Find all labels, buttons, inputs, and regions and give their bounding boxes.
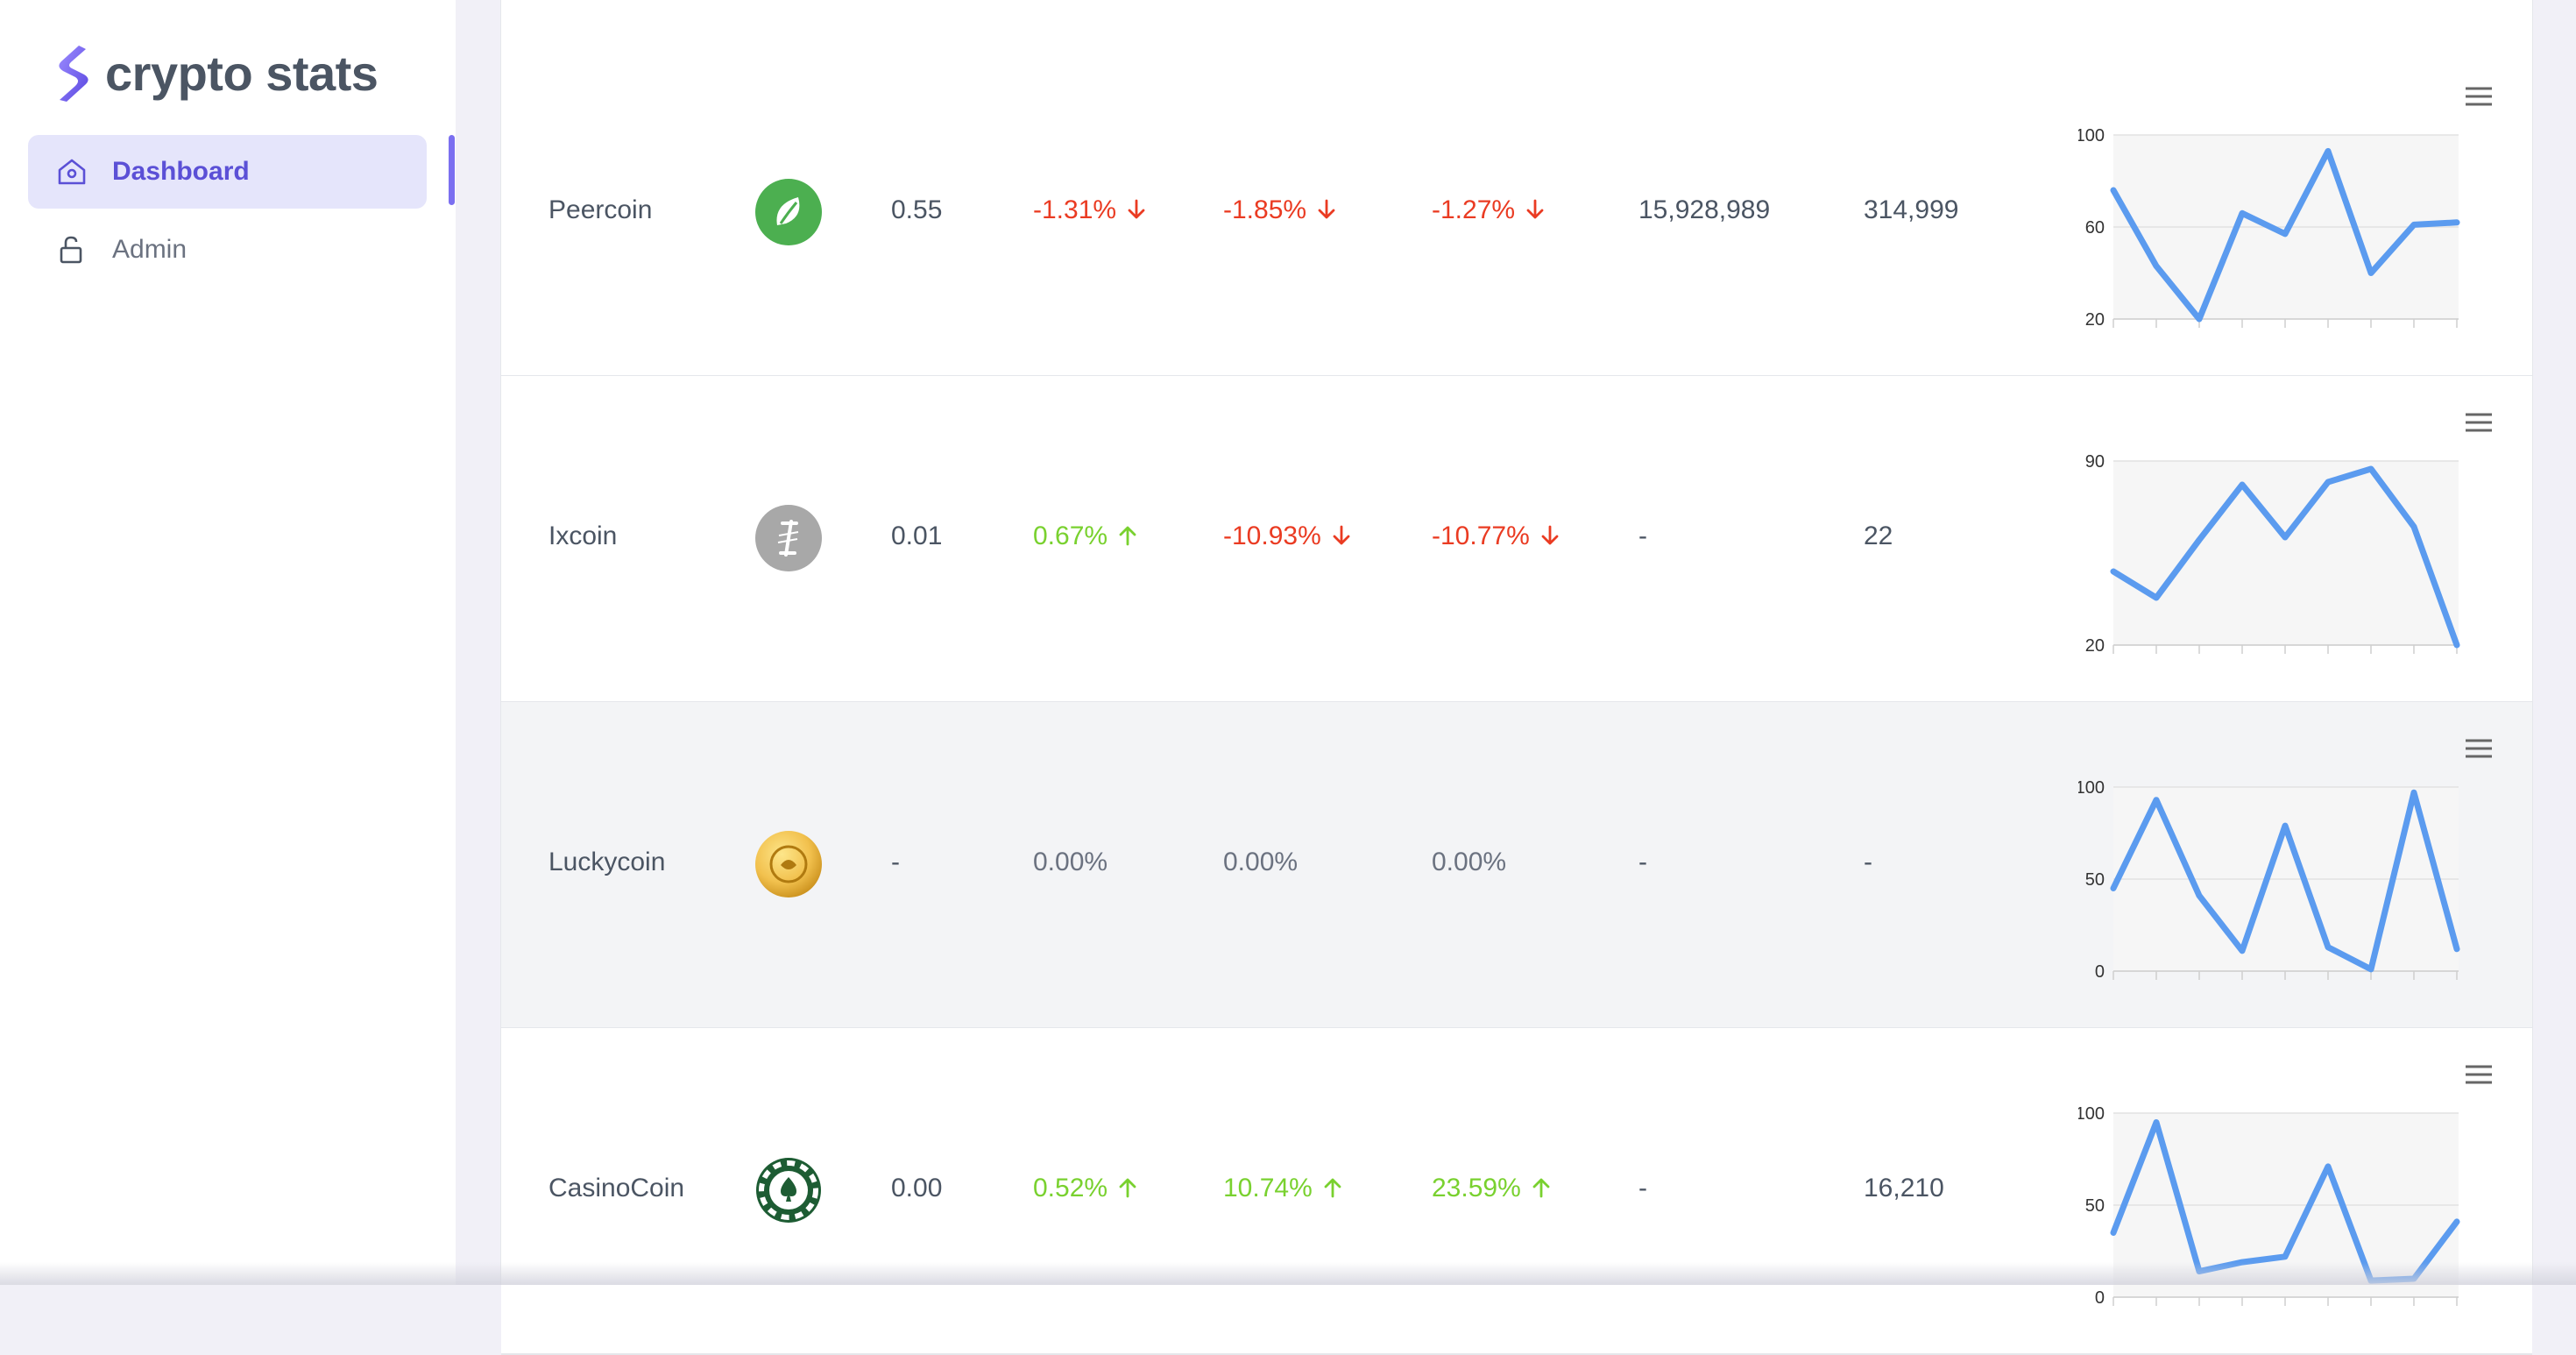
sidebar: crypto stats Dashboard Admin (0, 0, 456, 1285)
volume: 15,928,989 (1638, 195, 1771, 224)
market-cap: 314,999 (1864, 195, 1959, 224)
menu-icon (2466, 1065, 2492, 1084)
change-24h: 10.74% (1223, 1171, 1342, 1206)
y-tick-label: 100 (2078, 778, 2105, 798)
y-tick-label: 100 (2078, 126, 2105, 145)
coin-name: Peercoin (548, 195, 653, 224)
coin-name: Ixcoin (548, 521, 618, 550)
sidebar-item-label: Dashboard (112, 157, 250, 186)
arrow-down-icon (1318, 199, 1335, 219)
y-tick-label: 50 (2085, 870, 2105, 890)
y-tick-label: 60 (2085, 218, 2105, 238)
table-row[interactable]: CasinoCoin 0.00 0.52% 10.74% 23.59% - 16… (501, 1028, 2532, 1355)
change-7d: -10.77% (1432, 519, 1560, 554)
sparkline-chart: 100 50 0 (2078, 1065, 2492, 1308)
menu-icon (2466, 739, 2492, 758)
volume: - (1638, 848, 1647, 876)
arrow-down-icon (1128, 199, 1145, 219)
coin-price: - (891, 848, 900, 876)
market-cap: 16,210 (1864, 1174, 1944, 1202)
change-7d: 0.00% (1432, 848, 1507, 876)
arrow-up-icon (1532, 1178, 1550, 1198)
y-tick-label: 50 (2085, 1196, 2105, 1216)
change-7d: -1.27% (1432, 193, 1545, 228)
coin-name: CasinoCoin (548, 1174, 685, 1202)
arrow-up-icon (1324, 1178, 1341, 1198)
sidebar-item-admin[interactable]: Admin (28, 213, 427, 287)
market-cap: 22 (1864, 521, 1893, 550)
volume: - (1638, 521, 1647, 550)
logo-text: crypto stats (105, 45, 379, 101)
home-icon (58, 159, 86, 185)
coin-price: 0.01 (891, 521, 943, 550)
peercoin-leaf-icon (755, 179, 822, 245)
y-tick-label: 100 (2078, 1104, 2105, 1124)
coin-name: Luckycoin (548, 848, 666, 876)
sparkline-chart: 90 20 (2085, 413, 2492, 656)
sidebar-item-label: Admin (112, 235, 188, 264)
active-indicator (449, 135, 455, 205)
change-1h: 0.67% (1033, 519, 1137, 554)
y-tick-label: 90 (2085, 452, 2105, 472)
change-1h: -1.31% (1033, 193, 1146, 228)
sparkline-chart: 100 50 0 (2078, 739, 2492, 982)
arrow-down-icon (1541, 525, 1559, 545)
arrow-down-icon (1526, 199, 1544, 219)
arrow-up-icon (1119, 526, 1136, 546)
luckycoin-icon (755, 831, 822, 897)
change-24h: -10.93% (1223, 519, 1351, 554)
coin-price: 0.00 (891, 1174, 943, 1202)
volume: - (1638, 1174, 1647, 1202)
table-row[interactable]: Ixcoin 0.01 0.67% -10.93% -10.77% - 22 9… (501, 376, 2532, 703)
arrow-up-icon (1119, 1178, 1136, 1198)
change-7d: 23.59% (1432, 1171, 1551, 1206)
market-cap: - (1864, 848, 1872, 876)
coin-price: 0.55 (891, 195, 943, 224)
menu-icon (2466, 87, 2492, 106)
coin-table: Peercoin 0.55 -1.31% -1.85% -1.27% 15,92… (500, 0, 2533, 1355)
casinocoin-chip-icon (756, 1158, 821, 1223)
logo[interactable]: crypto stats (53, 42, 379, 103)
change-1h: 0.00% (1033, 848, 1108, 876)
bottom-shadow (0, 1262, 2576, 1285)
arrow-down-icon (1333, 525, 1350, 545)
plot-area (2113, 461, 2459, 645)
sidebar-item-dashboard[interactable]: Dashboard (28, 135, 427, 209)
table-row[interactable]: Luckycoin - 0.00% 0.00% 0.00% - - 100 50 0 (501, 702, 2532, 1029)
ixcoin-icon (755, 505, 822, 571)
menu-icon (2466, 413, 2492, 432)
change-24h: 0.00% (1223, 848, 1299, 876)
y-tick-label: 20 (2085, 636, 2105, 656)
change-24h: -1.85% (1223, 193, 1336, 228)
lock-open-icon (60, 236, 82, 264)
change-1h: 0.52% (1033, 1171, 1137, 1206)
table-row (501, 0, 2532, 52)
y-tick-label: 0 (2095, 1288, 2105, 1308)
table-row[interactable]: Peercoin 0.55 -1.31% -1.85% -1.27% 15,92… (501, 50, 2532, 377)
sparkline-chart: 100 60 20 (2078, 87, 2492, 330)
y-tick-label: 0 (2095, 962, 2105, 982)
logo-icon (59, 46, 88, 102)
y-tick-label: 20 (2085, 310, 2105, 330)
